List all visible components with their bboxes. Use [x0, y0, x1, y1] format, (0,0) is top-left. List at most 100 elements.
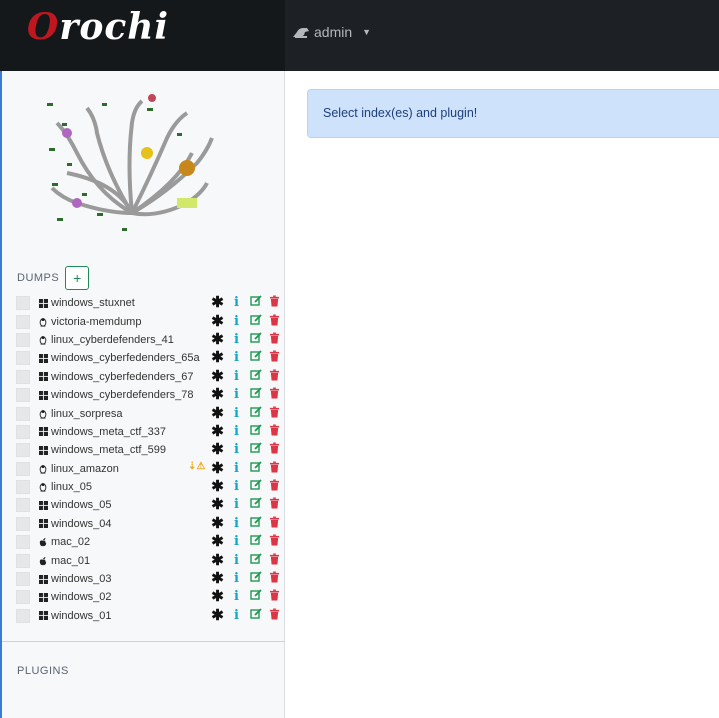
edit-icon[interactable] — [246, 295, 265, 311]
dump-checkbox[interactable] — [16, 332, 30, 347]
edit-icon[interactable] — [246, 461, 265, 477]
dump-checkbox[interactable] — [16, 369, 30, 384]
asterisk-icon[interactable]: ✱ — [208, 552, 227, 569]
edit-icon[interactable] — [246, 369, 265, 385]
info-icon[interactable]: i — [227, 314, 246, 330]
trash-icon[interactable] — [265, 516, 284, 532]
asterisk-icon[interactable]: ✱ — [208, 515, 227, 532]
trash-icon[interactable] — [265, 332, 284, 348]
info-icon[interactable]: i — [227, 295, 246, 311]
info-alert: Select index(es) and plugin! — [307, 89, 719, 138]
edit-icon[interactable] — [246, 571, 265, 587]
asterisk-icon[interactable]: ✱ — [208, 368, 227, 385]
edit-icon[interactable] — [246, 479, 265, 495]
asterisk-icon[interactable]: ✱ — [208, 534, 227, 550]
asterisk-icon[interactable]: ✱ — [208, 331, 227, 348]
user-menu-dropdown[interactable]: admin ▼ — [292, 24, 371, 40]
info-icon[interactable]: i — [227, 571, 246, 587]
trash-icon[interactable] — [265, 387, 284, 403]
trash-icon[interactable] — [265, 608, 284, 624]
dump-checkbox[interactable] — [16, 572, 30, 587]
trash-icon[interactable] — [265, 571, 284, 587]
asterisk-icon[interactable]: ✱ — [208, 387, 227, 403]
dump-checkbox[interactable] — [16, 608, 30, 623]
trash-icon[interactable] — [265, 479, 284, 495]
info-icon[interactable]: i — [227, 461, 246, 477]
trash-icon[interactable] — [265, 589, 284, 605]
dump-checkbox[interactable] — [16, 553, 30, 568]
trash-icon[interactable] — [265, 314, 284, 330]
dump-name: linux_amazon — [51, 462, 119, 475]
asterisk-icon[interactable]: ✱ — [208, 313, 227, 330]
trash-icon[interactable] — [265, 369, 284, 385]
trash-icon[interactable] — [265, 406, 284, 422]
dump-checkbox[interactable] — [16, 443, 30, 458]
edit-icon[interactable] — [246, 589, 265, 605]
trash-icon[interactable] — [265, 442, 284, 458]
info-icon[interactable]: i — [227, 369, 246, 385]
asterisk-icon[interactable]: ✱ — [208, 589, 227, 605]
edit-icon[interactable] — [246, 442, 265, 458]
asterisk-icon[interactable]: ✱ — [208, 442, 227, 458]
info-icon[interactable]: i — [227, 350, 246, 366]
asterisk-icon[interactable]: ✱ — [208, 423, 227, 440]
info-icon[interactable]: i — [227, 608, 246, 624]
info-icon[interactable]: i — [227, 516, 246, 532]
asterisk-icon[interactable]: ✱ — [208, 295, 227, 311]
asterisk-icon[interactable]: ✱ — [208, 497, 227, 513]
dump-checkbox[interactable] — [16, 296, 30, 311]
trash-icon[interactable] — [265, 424, 284, 440]
trash-icon[interactable] — [265, 534, 284, 550]
dump-checkbox[interactable] — [16, 498, 30, 513]
dump-checkbox[interactable] — [16, 461, 30, 476]
dump-checkbox[interactable] — [16, 388, 30, 403]
dump-checkbox[interactable] — [16, 590, 30, 605]
user-icon — [293, 28, 309, 38]
dump-checkbox[interactable] — [16, 351, 30, 366]
add-dump-button[interactable]: + — [65, 266, 90, 290]
dump-checkbox[interactable] — [16, 314, 30, 329]
dump-checkbox[interactable] — [16, 424, 30, 439]
asterisk-icon[interactable]: ✱ — [208, 350, 227, 366]
trash-icon[interactable] — [265, 553, 284, 569]
trash-icon[interactable] — [265, 461, 284, 477]
edit-icon[interactable] — [246, 350, 265, 366]
dump-checkbox[interactable] — [16, 535, 30, 550]
edit-icon[interactable] — [246, 608, 265, 624]
trash-icon[interactable] — [265, 497, 284, 513]
edit-icon[interactable] — [246, 534, 265, 550]
brand-logo-text[interactable]: Orochi — [27, 6, 169, 48]
edit-icon[interactable] — [246, 332, 265, 348]
info-icon[interactable]: i — [227, 479, 246, 495]
asterisk-icon[interactable]: ✱ — [208, 460, 227, 477]
asterisk-icon[interactable]: ✱ — [208, 479, 227, 495]
edit-icon[interactable] — [246, 387, 265, 403]
asterisk-icon[interactable]: ✱ — [208, 607, 227, 624]
edit-icon[interactable] — [246, 424, 265, 440]
edit-icon[interactable] — [246, 516, 265, 532]
dump-checkbox[interactable] — [16, 516, 30, 531]
sort-warning-icon[interactable]: ⇣⚠ — [188, 461, 205, 472]
info-icon[interactable]: i — [227, 442, 246, 458]
dump-checkbox[interactable] — [16, 480, 30, 495]
linux-icon — [38, 335, 48, 345]
brand-area[interactable]: Orochi — [0, 0, 285, 71]
dump-name: windows_cyberfedenders_67 — [51, 370, 194, 383]
edit-icon[interactable] — [246, 553, 265, 569]
edit-icon[interactable] — [246, 497, 265, 513]
info-icon[interactable]: i — [227, 534, 246, 550]
asterisk-icon[interactable]: ✱ — [208, 571, 227, 587]
info-icon[interactable]: i — [227, 424, 246, 440]
info-icon[interactable]: i — [227, 553, 246, 569]
dump-checkbox[interactable] — [16, 406, 30, 421]
trash-icon[interactable] — [265, 350, 284, 366]
info-icon[interactable]: i — [227, 387, 246, 403]
edit-icon[interactable] — [246, 405, 265, 422]
info-icon[interactable]: i — [227, 406, 246, 422]
info-icon[interactable]: i — [227, 497, 246, 513]
trash-icon[interactable] — [265, 295, 284, 311]
asterisk-icon[interactable]: ✱ — [208, 405, 227, 422]
info-icon[interactable]: i — [227, 332, 246, 348]
edit-icon[interactable] — [246, 313, 265, 330]
info-icon[interactable]: i — [227, 589, 246, 605]
